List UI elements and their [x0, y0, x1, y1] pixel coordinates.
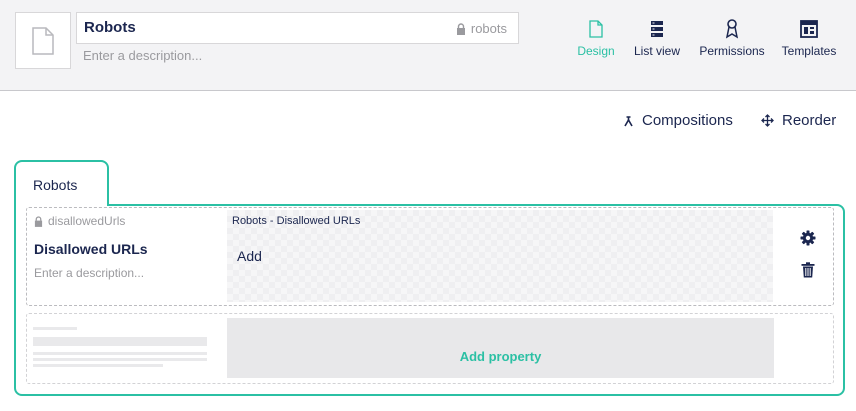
group-tab[interactable]: Robots [14, 160, 109, 206]
property-alias[interactable]: disallowedUrls [34, 214, 125, 228]
placeholder-line [33, 364, 163, 367]
content-type-icon-picker[interactable] [15, 12, 71, 69]
trash-icon[interactable] [801, 262, 815, 278]
placeholder-line [33, 327, 77, 330]
tab-list-view-label: List view [633, 44, 680, 58]
tab-list-view[interactable]: List view [633, 18, 681, 64]
tab-joint [16, 202, 107, 207]
property-editor-preview[interactable]: Robots - Disallowed URLs Add [227, 210, 773, 302]
description-input[interactable]: Enter a description... [83, 48, 202, 63]
tab-design-label: Design [577, 44, 615, 58]
editor-title: Robots - Disallowed URLs [232, 215, 361, 227]
content-type-header: Robots robots Enter a description... Des… [0, 0, 856, 91]
placeholder-line [33, 358, 207, 361]
property-row[interactable]: disallowedUrls Disallowed URLs Enter a d… [26, 207, 834, 306]
property-alias-text: disallowedUrls [48, 214, 126, 228]
group-tab-label: Robots [33, 177, 78, 193]
reorder-button[interactable]: Reorder [761, 112, 836, 129]
document-icon [589, 20, 603, 38]
permissions-icon [725, 19, 739, 39]
add-property-button[interactable]: Add property [227, 318, 774, 378]
lock-icon [456, 22, 465, 35]
tab-permissions[interactable]: Permissions [699, 18, 765, 64]
alias-field[interactable]: robots [456, 21, 507, 36]
placeholder-line [33, 337, 207, 346]
compositions-label: Compositions [642, 112, 733, 129]
tab-permissions-label: Permissions [699, 44, 765, 58]
add-property-row[interactable]: Add property [26, 313, 834, 384]
tab-design[interactable]: Design [577, 18, 615, 64]
property-description[interactable]: Enter a description... [34, 266, 144, 280]
lock-icon [34, 215, 43, 227]
reorder-label: Reorder [782, 112, 837, 129]
content-type-name-input[interactable]: Robots robots [76, 12, 519, 44]
property-name[interactable]: Disallowed URLs [34, 241, 148, 257]
add-property-label: Add property [459, 348, 542, 364]
content-type-name: Robots [84, 19, 136, 36]
tab-templates-label: Templates [781, 44, 837, 58]
editor-add-button[interactable]: Add [237, 248, 262, 264]
document-icon [32, 26, 54, 55]
placeholder-line [33, 352, 207, 355]
gear-icon[interactable] [800, 230, 816, 246]
alias-text: robots [470, 21, 507, 36]
compositions-button[interactable]: Compositions [623, 112, 733, 129]
list-view-icon [651, 21, 663, 37]
templates-icon [800, 20, 818, 38]
tab-templates[interactable]: Templates [781, 18, 837, 64]
move-icon [761, 114, 774, 127]
compositions-icon [624, 115, 633, 126]
